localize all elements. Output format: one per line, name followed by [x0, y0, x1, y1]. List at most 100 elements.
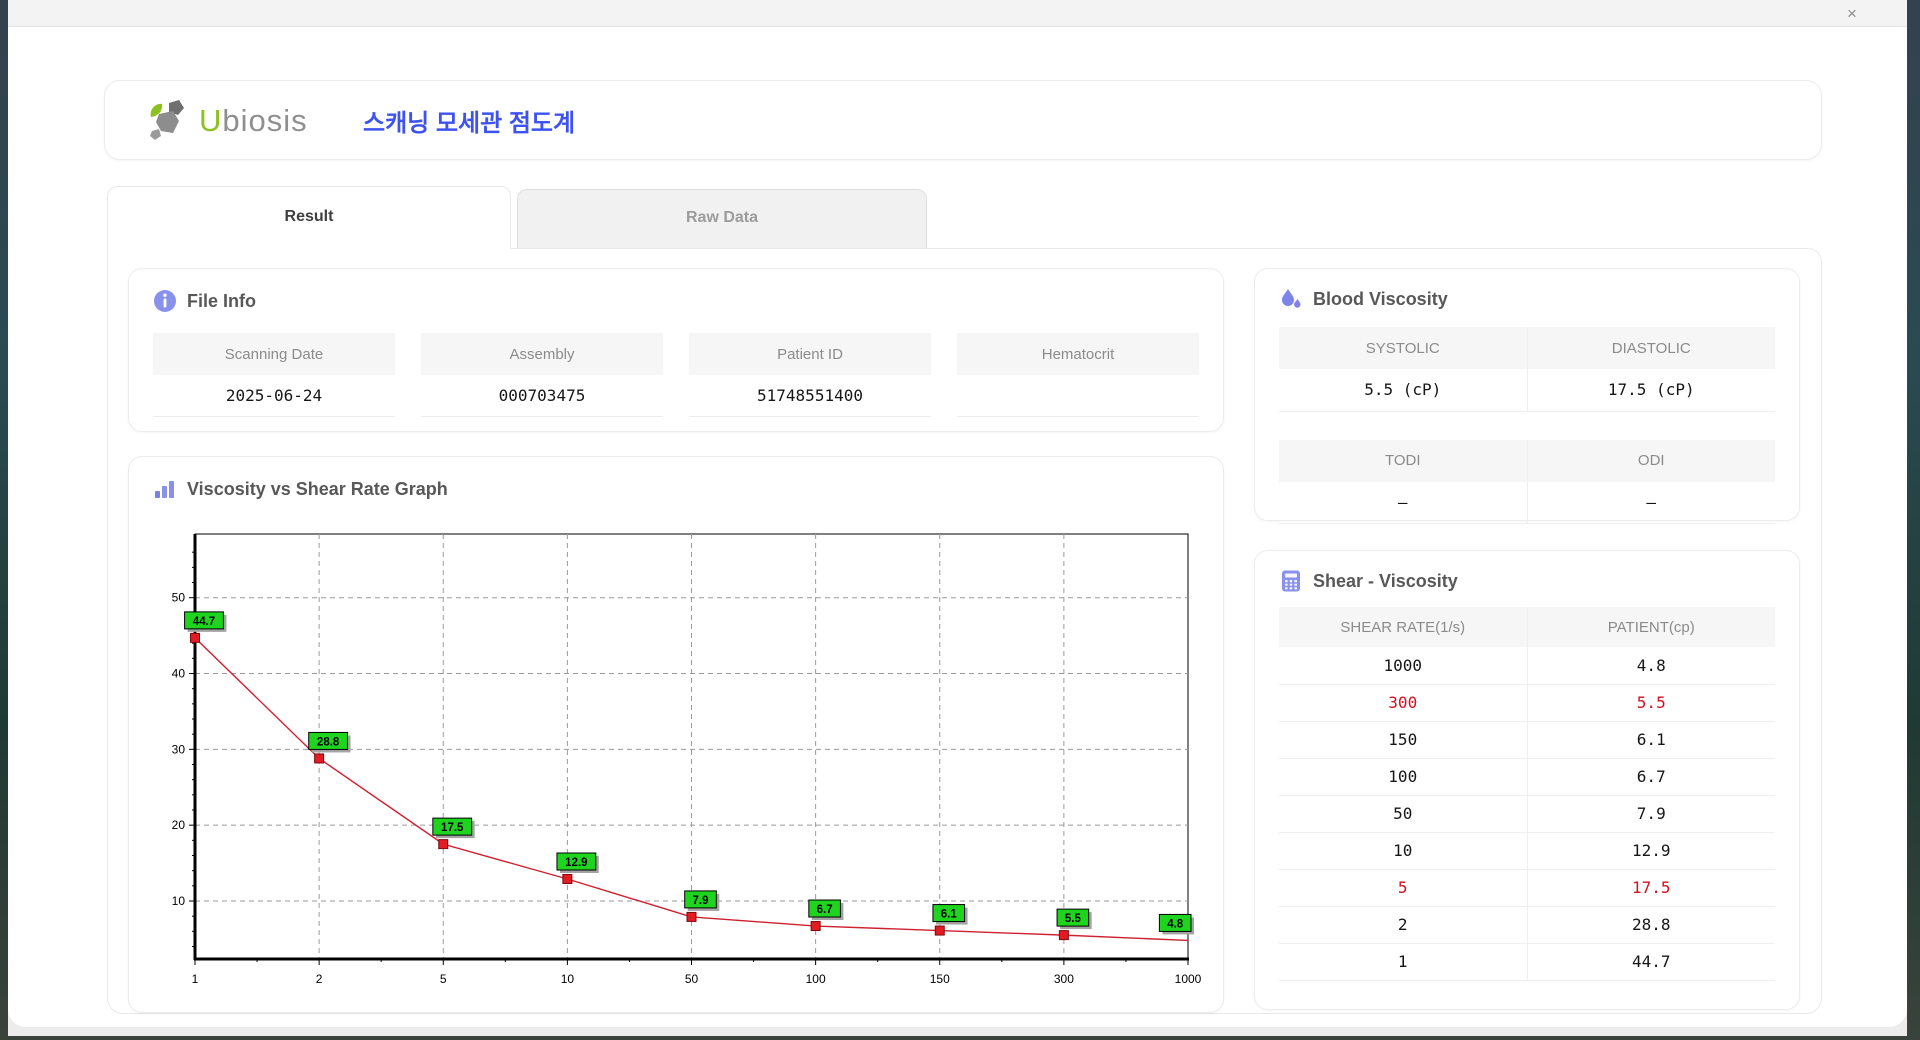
field-value: 51748551400: [689, 375, 931, 417]
shear-viscosity-title: Shear - Viscosity: [1313, 570, 1458, 591]
y-tick-label: 10: [172, 894, 186, 908]
y-tick-label: 40: [172, 667, 186, 681]
shear-viscosity-row: 1 44.7: [1279, 943, 1775, 981]
patient-viscosity-cell: 4.8: [1526, 647, 1775, 685]
field-hematocrit: Hematocrit: [957, 333, 1199, 417]
y-tick-label: 50: [172, 591, 186, 605]
file-info-card: File Info Scanning Date 2025-06-24 Assem…: [128, 268, 1224, 432]
shear-rate-cell: 1000: [1279, 647, 1527, 685]
value-label-text: 44.7: [193, 616, 215, 628]
shear-viscosity-row: 50 7.9: [1279, 795, 1775, 833]
file-info-title: File Info: [187, 290, 256, 311]
data-point-marker: [686, 911, 697, 922]
shear-viscosity-card: Shear - Viscosity SHEAR RATE(1/s) PATIEN…: [1254, 550, 1800, 1010]
shear-rate-cell: 10: [1279, 832, 1527, 870]
shear-rate-cell: 150: [1279, 721, 1527, 759]
app-window: × Ubiosis 스캐닝 모세관 점도계 Result Raw Data Fi…: [8, 0, 1907, 1036]
ubiosis-logo-icon: [150, 100, 184, 140]
field-value: 000703475: [421, 375, 663, 417]
x-tick-label: 100: [806, 972, 826, 986]
logo-letter-u: U: [199, 103, 223, 138]
value-label-text: 4.8: [1167, 918, 1184, 930]
blood-viscosity-card: Blood Viscosity SYSTOLIC DIASTOLIC 5.5 (…: [1254, 268, 1800, 524]
bar-chart-icon: [153, 477, 177, 501]
shear-viscosity-table: SHEAR RATE(1/s) PATIENT(cp) 1000 4.8 300 5.…: [1279, 607, 1775, 981]
blood-viscosity-title: Blood Viscosity: [1313, 288, 1448, 309]
field-value: 2025-06-24: [153, 375, 395, 417]
shear-viscosity-row: 150 6.1: [1279, 721, 1775, 759]
systolic-header: SYSTOLIC: [1279, 327, 1527, 369]
value-label-text: 6.7: [817, 904, 833, 916]
close-icon[interactable]: ×: [1841, 3, 1863, 25]
y-tick-label: 30: [172, 742, 186, 756]
patient-viscosity-cell: 5.5: [1526, 684, 1775, 722]
data-point-marker: [314, 753, 325, 764]
viscosity-shear-chart: 10 20 30 40 50 1 2 5 10 50 100 150 300 1000 44.7 28.8 17…: [172, 533, 1202, 986]
patient-viscosity-cell: 7.9: [1526, 795, 1775, 833]
shear-rate-cell: 5: [1279, 869, 1527, 907]
file-info-fields: Scanning Date 2025-06-24 Assembly 000703…: [153, 333, 1199, 417]
systolic-diastolic-table: SYSTOLIC DIASTOLIC 5.5 (cP) 17.5 (cP): [1279, 327, 1775, 412]
y-tick-label: 20: [172, 818, 186, 832]
diastolic-value: 17.5 (cP): [1526, 369, 1775, 412]
patient-viscosity-cell: 44.7: [1526, 943, 1775, 981]
value-label-text: 5.5: [1065, 913, 1082, 925]
value-label-text: 6.1: [941, 909, 958, 921]
patient-column-header: PATIENT(cp): [1526, 607, 1775, 647]
patient-viscosity-cell: 17.5: [1526, 869, 1775, 907]
x-tick-label: 5: [440, 972, 447, 986]
shear-viscosity-row: 2 28.8: [1279, 906, 1775, 944]
systolic-value: 5.5 (cP): [1279, 369, 1527, 412]
ubiosis-logo-text: Ubiosis: [199, 103, 308, 139]
field-label: Hematocrit: [957, 333, 1199, 375]
shear-viscosity-row: 300 5.5: [1279, 684, 1775, 722]
droplets-icon: [1279, 287, 1303, 311]
value-label-text: 7.9: [693, 895, 709, 907]
field-patient-id: Patient ID 51748551400: [689, 333, 931, 417]
shear-rate-cell: 2: [1279, 906, 1527, 944]
shear-viscosity-row: 5 17.5: [1279, 869, 1775, 907]
field-label: Assembly: [421, 333, 663, 375]
x-tick-label: 300: [1054, 972, 1074, 986]
shear-rate-cell: 300: [1279, 684, 1527, 722]
app-surface: Ubiosis 스캐닝 모세관 점도계 Result Raw Data File…: [8, 27, 1907, 1027]
x-tick-label: 150: [930, 972, 950, 986]
field-label: Scanning Date: [153, 333, 395, 375]
value-label-text: 17.5: [441, 822, 464, 834]
field-label: Patient ID: [689, 333, 931, 375]
shear-rate-cell: 1: [1279, 943, 1527, 981]
data-point-marker: [190, 632, 200, 643]
x-tick-label: 10: [561, 972, 575, 986]
value-label-text: 28.8: [317, 736, 340, 748]
odi-value: –: [1526, 481, 1775, 524]
viscosity-graph-card: Viscosity vs Shear Rate Graph 10 20 30 40 50…: [128, 456, 1224, 1013]
patient-viscosity-cell: 12.9: [1526, 832, 1775, 870]
diastolic-header: DIASTOLIC: [1526, 327, 1775, 369]
field-value: [957, 375, 1199, 417]
info-icon: [153, 289, 177, 313]
logo-rest: biosis: [222, 103, 308, 138]
calculator-icon: [1279, 569, 1303, 593]
odi-header: ODI: [1526, 439, 1775, 482]
window-titlebar: ×: [8, 0, 1907, 27]
header-card: Ubiosis 스캐닝 모세관 점도계: [104, 80, 1822, 160]
shear-rate-column-header: SHEAR RATE(1/s): [1279, 607, 1527, 647]
tab-raw-data[interactable]: Raw Data: [517, 189, 927, 249]
x-tick-label: 2: [316, 972, 323, 986]
data-point-marker: [934, 925, 945, 936]
data-point-marker: [438, 839, 449, 850]
patient-viscosity-cell: 6.1: [1526, 721, 1775, 759]
shear-viscosity-row: 1000 4.8: [1279, 647, 1775, 685]
x-tick-label: 1: [192, 972, 199, 986]
patient-viscosity-cell: 28.8: [1526, 906, 1775, 944]
result-tab-panel: File Info Scanning Date 2025-06-24 Assem…: [107, 248, 1822, 1014]
shear-rate-cell: 50: [1279, 795, 1527, 833]
x-tick-label: 50: [685, 972, 699, 986]
ubiosis-logo: Ubiosis: [147, 95, 308, 147]
patient-viscosity-cell: 6.7: [1526, 758, 1775, 796]
tab-result[interactable]: Result: [107, 186, 511, 249]
data-point-marker: [1058, 930, 1069, 941]
todi-odi-table: TODI ODI – –: [1279, 439, 1775, 524]
value-label-text: 12.9: [565, 857, 587, 869]
shear-viscosity-row: 100 6.7: [1279, 758, 1775, 796]
